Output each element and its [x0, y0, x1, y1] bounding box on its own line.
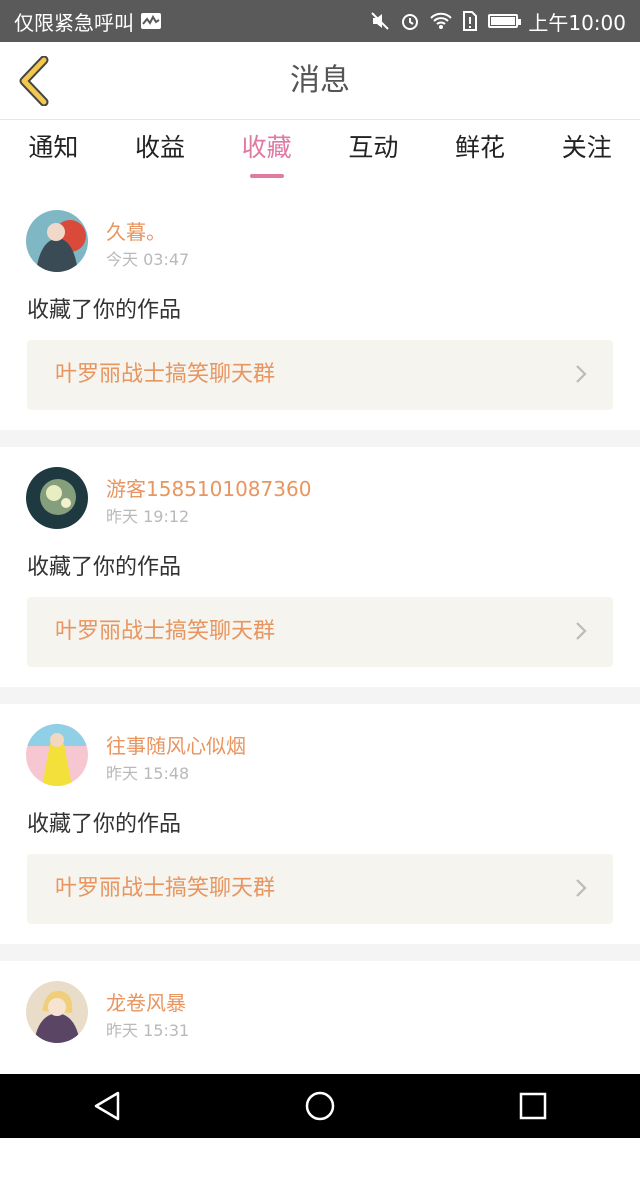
status-bar: 仅限紧急呼叫 上午10:00 — [0, 0, 640, 42]
activity-icon — [141, 13, 161, 29]
tab-earnings[interactable]: 收益 — [107, 120, 214, 182]
user-name[interactable]: 游客1585101087360 — [106, 473, 311, 502]
action-text: 收藏了你的作品 — [27, 298, 182, 323]
work-link[interactable]: 叶罗丽战士搞笑聊天群 — [27, 854, 613, 924]
tab-flowers[interactable]: 鲜花 — [427, 120, 534, 182]
battery-icon — [488, 14, 522, 28]
work-link[interactable]: 叶罗丽战士搞笑聊天群 — [27, 597, 613, 667]
tab-interactions[interactable]: 互动 — [320, 120, 427, 182]
circle-home-icon — [305, 1091, 335, 1121]
tab-follows[interactable]: 关注 — [533, 120, 640, 182]
mute-icon — [371, 12, 390, 30]
clock-time: 上午10:00 — [528, 10, 626, 35]
square-recents-icon — [520, 1092, 547, 1120]
divider — [0, 430, 640, 447]
avatar[interactable] — [26, 724, 88, 786]
nav-recents-button[interactable] — [503, 1076, 563, 1136]
timestamp: 昨天 15:31 — [106, 1021, 190, 1040]
divider — [0, 687, 640, 704]
avatar[interactable] — [26, 467, 88, 529]
nav-back-button[interactable] — [77, 1076, 137, 1136]
work-title: 叶罗丽战士搞笑聊天群 — [55, 619, 276, 644]
timestamp: 今天 03:47 — [106, 250, 190, 269]
chevron-right-icon — [576, 879, 587, 897]
message-card: 久暮。 今天 03:47 收藏了你的作品 叶罗丽战士搞笑聊天群 — [0, 190, 640, 430]
avatar[interactable] — [26, 981, 88, 1043]
avatar[interactable] — [26, 210, 88, 272]
tab-favorites[interactable]: 收藏 — [213, 120, 320, 182]
message-card: 往事随风心似烟 昨天 15:48 收藏了你的作品 叶罗丽战士搞笑聊天群 — [0, 704, 640, 944]
page-title: 消息 — [290, 63, 350, 98]
action-text: 收藏了你的作品 — [27, 812, 182, 837]
chevron-right-icon — [576, 365, 587, 383]
user-name[interactable]: 龙卷风暴 — [106, 987, 186, 1016]
timestamp: 昨天 15:48 — [106, 764, 190, 783]
system-nav-bar — [0, 1074, 640, 1138]
user-name[interactable]: 往事随风心似烟 — [106, 730, 246, 759]
action-text: 收藏了你的作品 — [27, 555, 182, 580]
nav-home-button[interactable] — [290, 1076, 350, 1136]
tab-bar: 通知 收益 收藏 互动 鲜花 关注 — [0, 120, 640, 182]
work-title: 叶罗丽战士搞笑聊天群 — [55, 362, 276, 387]
work-title: 叶罗丽战士搞笑聊天群 — [55, 876, 276, 901]
tab-notifications[interactable]: 通知 — [0, 120, 107, 182]
triangle-back-icon — [94, 1091, 119, 1121]
chevron-right-icon — [576, 622, 587, 640]
message-card: 游客1585101087360 昨天 19:12 收藏了你的作品 叶罗丽战士搞笑… — [0, 447, 640, 687]
user-name[interactable]: 久暮。 — [106, 216, 166, 245]
divider — [0, 944, 640, 961]
work-link[interactable]: 叶罗丽战士搞笑聊天群 — [27, 340, 613, 410]
alarm-icon — [402, 14, 419, 30]
sim-alert-icon — [463, 11, 478, 31]
carrier-text: 仅限紧急呼叫 — [14, 10, 134, 35]
message-list: 久暮。 今天 03:47 收藏了你的作品 叶罗丽战士搞笑聊天群 游客158510… — [0, 190, 640, 1201]
wifi-icon — [430, 12, 453, 29]
timestamp: 昨天 19:12 — [106, 507, 190, 526]
header: 消息 — [0, 42, 640, 120]
